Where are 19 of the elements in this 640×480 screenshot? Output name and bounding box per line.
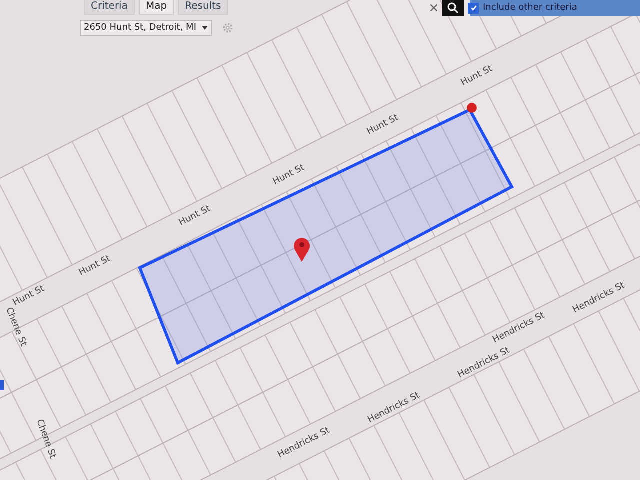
street-label: Hunt St xyxy=(178,204,212,228)
checkbox[interactable] xyxy=(468,2,479,14)
tab[interactable]: Criteria xyxy=(84,0,135,15)
street-label: Hunt St xyxy=(366,113,400,138)
tab[interactable]: Map xyxy=(138,0,174,15)
address-select[interactable]: 2650 Hunt St, Detroit, MI xyxy=(80,20,212,36)
close-icon[interactable] xyxy=(430,4,438,12)
street-label: Chene St xyxy=(34,418,58,460)
search-icon xyxy=(447,2,459,14)
street-label: Hunt St xyxy=(460,64,494,88)
vertex-handle[interactable] xyxy=(467,103,477,113)
map-pin-icon[interactable] xyxy=(294,238,310,262)
street-label: Chene St xyxy=(4,306,28,348)
caret-icon xyxy=(202,26,208,30)
search-button[interactable] xyxy=(442,0,464,16)
tab[interactable]: Results xyxy=(178,0,228,15)
street-label: Hunt St xyxy=(12,284,46,308)
street-label: Hunt St xyxy=(272,163,306,188)
street-label: Hunt St xyxy=(78,254,112,278)
